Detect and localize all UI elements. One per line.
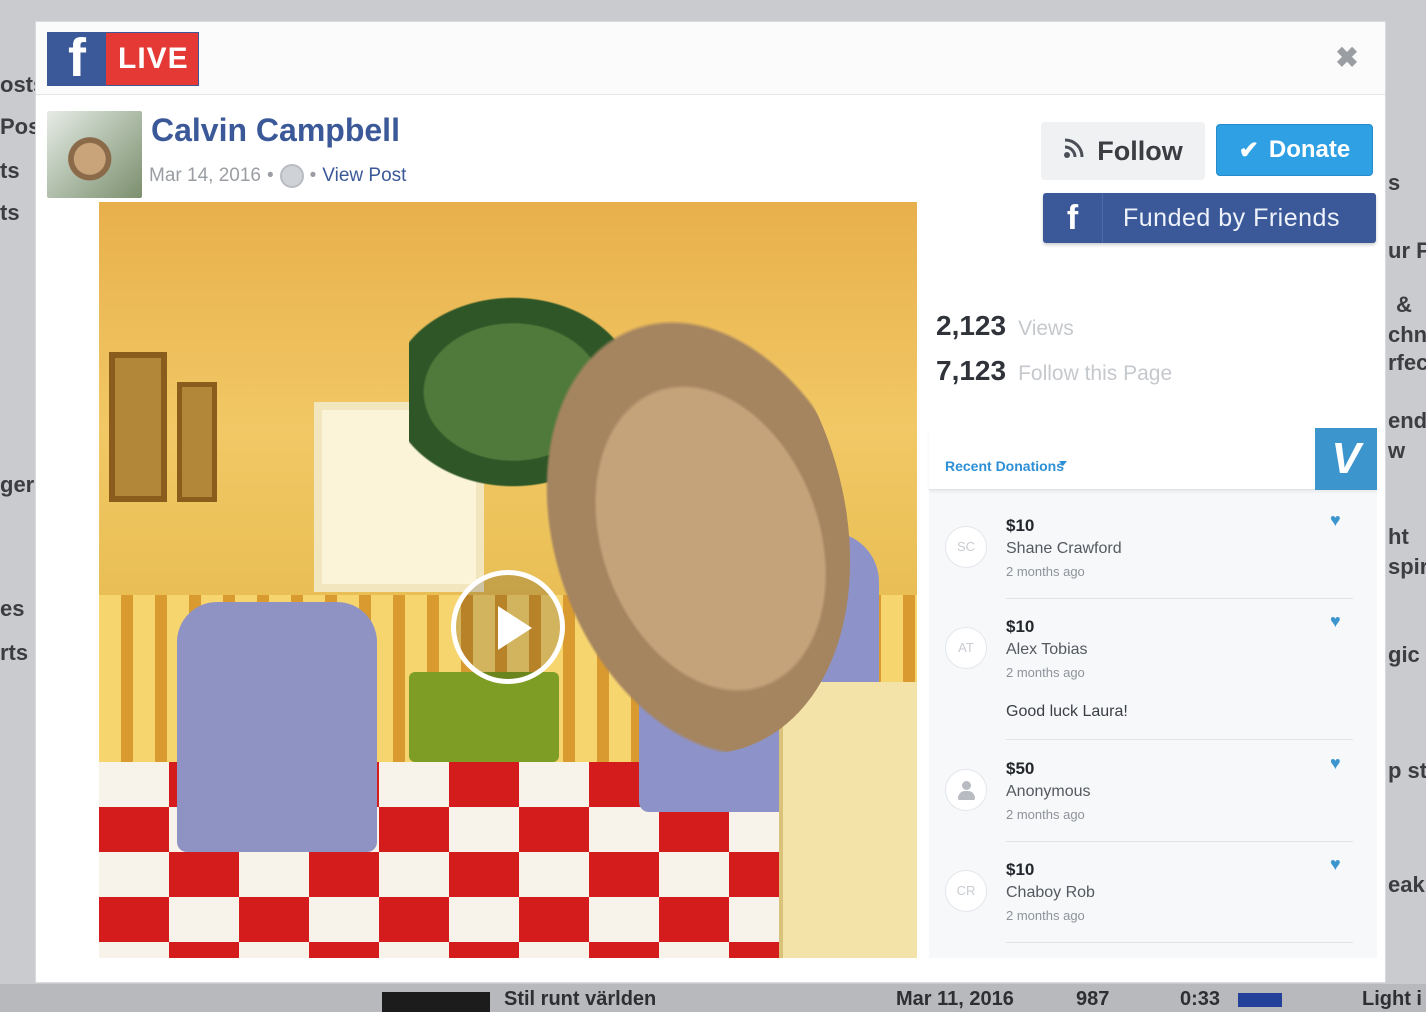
facebook-f-icon: f [1043,193,1103,243]
bg-video-views: 987 [1076,988,1110,1010]
donation-item: $50 Anonymous 2 months ago ♥ [945,753,1353,859]
bg-fragment: endi [1388,408,1426,433]
donor-name: Shane Crawford [1006,540,1122,557]
donation-time: 2 months ago [1006,807,1085,822]
divider [1006,942,1353,943]
video-player[interactable] [99,202,917,958]
donation-time: 2 months ago [1006,665,1085,680]
donation-message: Good luck Laura! [1006,703,1128,720]
live-video-modal: f LIVE ✖ Calvin Campbell Mar 14, 2016 • … [35,21,1386,983]
donation-amount: $10 [1006,617,1035,636]
bg-fragment: ht [1388,524,1409,549]
bg-fragment: ts [0,158,20,183]
donor-initials: CR [945,870,987,912]
venmo-logo: V [1315,428,1377,490]
facebook-live-logo: f LIVE [47,31,199,86]
view-post-link[interactable]: View Post [322,165,406,187]
views-stat: 2,123 Views [936,310,1074,342]
meta-separator: • [309,165,317,186]
donation-time: 2 months ago [1006,564,1085,579]
donation-amount: $10 [1006,516,1035,535]
heart-icon[interactable]: ♥ [1330,611,1341,632]
wall-picture [109,352,167,502]
bg-fragment: p st [1388,758,1426,783]
bg-fragment: spira [1388,554,1426,579]
bg-video-thumbnail [382,992,490,1012]
person-icon [957,781,975,800]
bg-video-duration: 0:33 [1180,988,1221,1010]
bg-fragment: w [1388,438,1406,463]
bg-progress-bar [1238,993,1282,1007]
donation-amount: $50 [1006,759,1035,778]
funded-by-friends-button[interactable]: f Funded by Friends [1043,193,1376,243]
donations-header: Recent Donations V [929,428,1377,490]
bg-video-date: Mar 11, 2016 [896,988,1014,1010]
donations-panel: Recent Donations V SC $10 Shane Crawford… [929,428,1377,958]
bg-fragment: ur F [1388,238,1426,263]
donor-initials: SC [945,526,987,568]
bg-fragment: rts [0,640,29,665]
views-count: 2,123 [936,310,1007,341]
bg-video-title: Stil runt världen [504,988,657,1010]
wall-picture [177,382,217,502]
post-meta: Mar 14, 2016 • • View Post [149,164,406,188]
live-label: LIVE [118,42,189,75]
donation-item: AT $10 Alex Tobias 2 months ago Good luc… [945,611,1353,757]
followers-label: Follow this Page [1018,362,1173,385]
followers-stat: 7,123 Follow this Page [936,355,1172,387]
donor-name: Chaboy Rob [1006,884,1095,901]
check-icon: ✔ [1238,136,1259,164]
rss-icon [1063,137,1085,165]
bg-fragment: chno [1388,322,1426,347]
bg-video-row: Stil runt världen Mar 11, 2016 987 0:33 … [0,984,1426,1012]
facebook-f-icon: f [48,31,106,85]
divider [1006,739,1353,740]
follow-button[interactable]: Follow [1041,122,1205,180]
donor-name: Alex Tobias [1006,641,1088,658]
bg-fragment: & [1396,292,1412,317]
bg-video-extra: Light i [1362,988,1422,1010]
follow-label: Follow [1097,135,1183,166]
bg-fragment: es [0,596,25,621]
bg-fragment: s [1388,170,1401,195]
caret-down-icon[interactable] [1059,461,1067,466]
funded-by-friends-label: Funded by Friends [1123,203,1340,232]
play-button[interactable] [451,570,565,684]
bg-fragment: ger [0,472,35,497]
avatar[interactable] [47,111,142,198]
bg-fragment: rfec [1388,350,1426,375]
author-name[interactable]: Calvin Campbell [151,112,400,149]
play-icon [498,606,532,650]
bg-fragment: ts [0,200,20,225]
armchair [177,602,377,852]
globe-icon [279,164,304,188]
donate-label: Donate [1268,136,1351,163]
donation-amount: $10 [1006,860,1035,879]
divider [1006,841,1353,842]
donor-name: Anonymous [1006,783,1091,800]
heart-icon[interactable]: ♥ [1330,753,1341,774]
donate-button[interactable]: ✔ Donate [1216,124,1373,176]
close-button[interactable]: ✖ [1333,44,1361,72]
recent-donations-dropdown[interactable]: Recent Donations [945,458,1064,474]
bg-fragment: gic [1388,642,1420,667]
meta-separator: • [266,165,274,186]
post-date[interactable]: Mar 14, 2016 [149,165,261,187]
heart-icon[interactable]: ♥ [1330,854,1341,875]
coffee-table [409,672,559,762]
donation-item: CR $10 Chaboy Rob 2 months ago ♥ [945,854,1353,960]
bg-fragment: eak [1388,872,1425,897]
followers-count: 7,123 [936,355,1007,386]
heart-icon[interactable]: ♥ [1330,510,1341,531]
cabinet [779,682,917,958]
donation-time: 2 months ago [1006,908,1085,923]
modal-header: f LIVE ✖ [36,22,1385,95]
donation-item: SC $10 Shane Crawford 2 months ago ♥ [945,510,1353,616]
donor-initials: AT [945,627,987,669]
divider [1006,598,1353,599]
views-label: Views [1018,317,1074,340]
close-icon: ✖ [1335,42,1359,73]
